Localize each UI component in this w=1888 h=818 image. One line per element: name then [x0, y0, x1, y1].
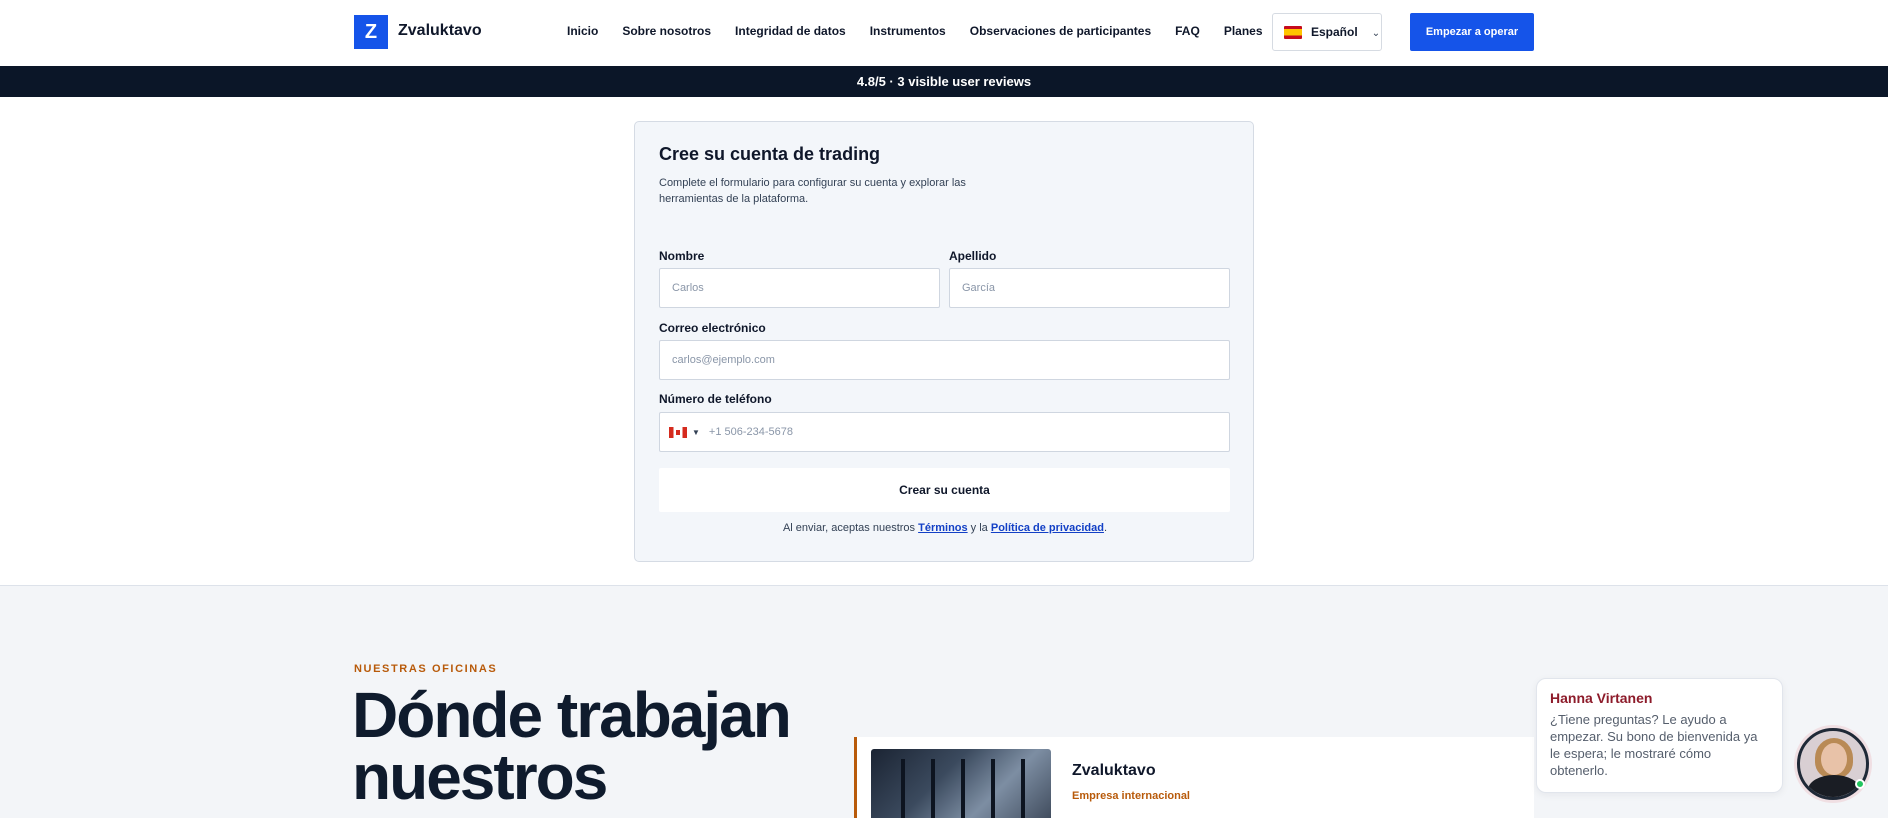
last-name-input[interactable] — [949, 268, 1230, 308]
offices-title: Dónde trabajan nuestros — [352, 679, 792, 813]
chat-agent-name: Hanna Virtanen — [1550, 690, 1653, 706]
phone-label: Número de teléfono — [659, 392, 772, 406]
signup-section: Cree su cuenta de trading Complete el fo… — [0, 97, 1888, 586]
caret-down-icon[interactable]: ▼ — [692, 428, 700, 437]
phone-input[interactable] — [708, 426, 1189, 438]
chat-bubble[interactable]: Hanna Virtanen ¿Tiene preguntas? Le ayud… — [1536, 678, 1783, 793]
brand-name[interactable]: Zvaluktavo — [398, 22, 482, 40]
privacy-link[interactable]: Política de privacidad — [991, 522, 1104, 534]
avatar-body — [1808, 775, 1860, 797]
nav-integridad-datos[interactable]: Integridad de datos — [735, 24, 846, 38]
office-card[interactable]: Zvaluktavo Empresa internacional — [854, 737, 1534, 818]
create-account-button[interactable]: Crear su cuenta — [659, 468, 1230, 512]
terms-notice: Al enviar, aceptas nuestros Términos y l… — [635, 522, 1255, 534]
signup-card: Cree su cuenta de trading Complete el fo… — [634, 121, 1254, 562]
terms-middle: y la — [967, 522, 991, 534]
nav-observaciones[interactable]: Observaciones de participantes — [970, 24, 1151, 38]
nav-inicio[interactable]: Inicio — [567, 24, 598, 38]
reviews-text: 4.8/5 · 3 visible user reviews — [856, 74, 1032, 89]
terms-link[interactable]: Términos — [918, 522, 968, 534]
office-name: Zvaluktavo — [1072, 762, 1156, 779]
nav-sobre-nosotros[interactable]: Sobre nosotros — [622, 24, 711, 38]
main-nav: Inicio Sobre nosotros Integridad de dato… — [567, 24, 1263, 38]
logo-mark[interactable]: Z — [354, 15, 388, 49]
phone-field: ▼ — [659, 412, 1230, 452]
avatar-face — [1821, 743, 1847, 775]
first-name-input[interactable] — [659, 268, 940, 308]
form-subtitle: Complete el formulario para configurar s… — [659, 177, 966, 205]
terms-prefix: Al enviar, aceptas nuestros — [782, 522, 919, 534]
first-name-label: Nombre — [659, 249, 705, 263]
office-photo — [871, 749, 1051, 818]
nav-planes[interactable]: Planes — [1224, 24, 1263, 38]
nav-instrumentos[interactable]: Instrumentos — [870, 24, 946, 38]
terms-suffix: . — [1103, 522, 1108, 534]
email-input[interactable] — [659, 340, 1230, 380]
nav-faq[interactable]: FAQ — [1175, 24, 1200, 38]
reviews-ribbon: 4.8/5 · 3 visible user reviews — [0, 66, 1888, 97]
form-title: Cree su cuenta de trading — [659, 144, 881, 164]
canada-flag-icon[interactable] — [669, 426, 687, 438]
chat-message: ¿Tiene preguntas? Le ayudo a empezar. Su… — [1550, 712, 1758, 778]
last-name-label: Apellido — [949, 249, 997, 263]
chat-avatar[interactable] — [1797, 728, 1869, 800]
offices-eyebrow: NUESTRAS OFICINAS — [354, 663, 498, 675]
spain-flag-icon — [1284, 25, 1302, 39]
office-tag: Empresa internacional — [1072, 790, 1190, 802]
site-header: Z Zvaluktavo Inicio Sobre nosotros Integ… — [0, 0, 1888, 66]
language-selector[interactable]: Español ⌄ — [1272, 13, 1382, 51]
chevron-down-icon: ⌄ — [1371, 28, 1381, 39]
online-status-icon — [1855, 779, 1865, 789]
start-trading-button[interactable]: Empezar a operar — [1410, 13, 1534, 51]
email-label: Correo electrónico — [659, 321, 766, 335]
language-label: Español — [1311, 25, 1358, 39]
